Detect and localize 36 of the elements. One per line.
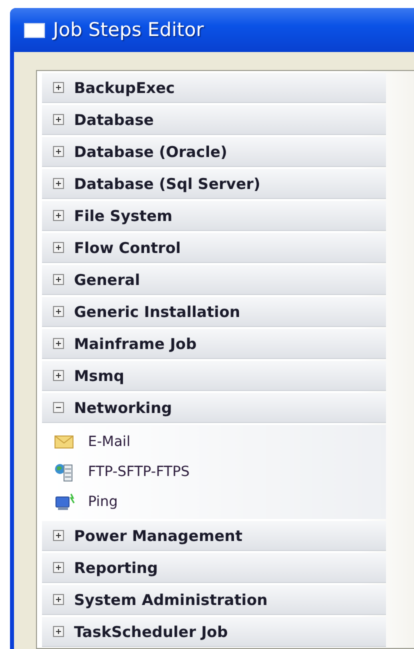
- expand-icon[interactable]: [53, 306, 64, 317]
- expand-icon[interactable]: [53, 210, 64, 221]
- step-item[interactable]: Ping: [42, 487, 386, 517]
- expand-icon[interactable]: [53, 594, 64, 605]
- step-item[interactable]: E-Mail: [42, 427, 386, 457]
- expand-icon[interactable]: [53, 338, 64, 349]
- computer-icon: [54, 492, 76, 512]
- expand-icon[interactable]: [53, 242, 64, 253]
- group-header[interactable]: Database (Oracle): [42, 137, 386, 167]
- group-header[interactable]: Msmq: [42, 361, 386, 391]
- group-header[interactable]: Database: [42, 105, 386, 135]
- group-header[interactable]: TaskScheduler Job: [42, 617, 386, 647]
- group-header[interactable]: Mainframe Job: [42, 329, 386, 359]
- expand-icon[interactable]: [53, 530, 64, 541]
- expand-icon[interactable]: [53, 274, 64, 285]
- group-header[interactable]: Power Management: [42, 521, 386, 551]
- collapse-icon[interactable]: [53, 402, 64, 413]
- step-item[interactable]: FTP-SFTP-FTPS: [42, 457, 386, 487]
- group-header[interactable]: Database (Sql Server): [42, 169, 386, 199]
- window-icon: [24, 22, 45, 38]
- group-header[interactable]: System Administration: [42, 585, 386, 615]
- expand-icon[interactable]: [53, 626, 64, 637]
- expand-icon[interactable]: [53, 82, 64, 93]
- group-header[interactable]: File System: [42, 201, 386, 231]
- expand-icon[interactable]: [53, 370, 64, 381]
- expand-icon[interactable]: [53, 178, 64, 189]
- group-header[interactable]: Reporting: [42, 553, 386, 583]
- group-header[interactable]: General: [42, 265, 386, 295]
- expand-icon[interactable]: [53, 562, 64, 573]
- expand-icon[interactable]: [53, 146, 64, 157]
- window-title: Job Steps Editor: [53, 19, 204, 41]
- group-header[interactable]: Generic Installation: [42, 297, 386, 327]
- group-header[interactable]: Networking: [42, 393, 386, 423]
- expand-icon[interactable]: [53, 114, 64, 125]
- group-header[interactable]: BackupExec: [42, 73, 386, 103]
- group-header[interactable]: Flow Control: [42, 233, 386, 263]
